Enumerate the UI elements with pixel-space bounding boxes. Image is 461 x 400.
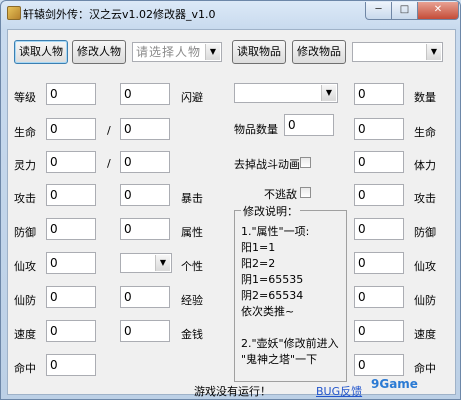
remove-battle-anim-label: 去掉战斗动画: [234, 158, 300, 171]
note-line: 依次类推~: [241, 305, 295, 318]
right-label-magic-defense: 仙防: [414, 294, 436, 307]
item-magic-attack-input[interactable]: 0: [354, 252, 404, 274]
right-label-accuracy: 命中: [414, 362, 436, 375]
game-status-text: 游戏没有运行！: [194, 385, 271, 398]
watermark-logo: 9Game: [371, 377, 418, 391]
maximize-button[interactable]: □: [391, 2, 418, 20]
chevron-down-icon[interactable]: ▼: [426, 44, 441, 60]
stat-label-personality: 个性: [181, 260, 203, 273]
stat-label-experience: 经验: [181, 294, 203, 307]
attribute-input[interactable]: 0: [120, 218, 170, 240]
modify-item-button[interactable]: 修改物品: [292, 40, 346, 64]
app-window: 轩辕剑外传：汉之云v1.02修改器_v1.0 ─ □ ✕ 读取人物 修改人物 请…: [0, 0, 461, 400]
instructions-group: 修改说明： 1."属性"一项: 阳1=1 阳2=2 阴1=65535 阴2=65…: [234, 203, 347, 382]
stat-label-speed: 速度: [14, 328, 36, 341]
close-button[interactable]: ✕: [417, 2, 459, 20]
note-line: 阴1=65535: [241, 273, 304, 286]
no-escape-checkbox[interactable]: [300, 187, 311, 198]
attack-input[interactable]: 0: [46, 184, 96, 206]
speed-input[interactable]: 0: [46, 320, 96, 342]
note-line: 阳1=1: [241, 241, 276, 254]
right-label-speed: 速度: [414, 328, 436, 341]
stat-label-attack: 攻击: [14, 192, 36, 205]
max-hp-input[interactable]: 0: [120, 118, 170, 140]
modify-character-button[interactable]: 修改人物: [72, 40, 126, 64]
item-quantity-label: 物品数量: [234, 123, 278, 136]
hp-separator: /: [107, 124, 111, 137]
dodge-input[interactable]: 0: [120, 83, 170, 105]
stat-label-magic-defense: 仙防: [14, 294, 36, 307]
note-line: 阳2=2: [241, 257, 276, 270]
client-area: 读取人物 修改人物 请选择人物 ▼ 读取物品 修改物品 ▼ 等级 0 0 闪避 …: [7, 29, 456, 398]
stat-label-accuracy: 命中: [14, 362, 36, 375]
accuracy-input[interactable]: 0: [46, 354, 96, 376]
critical-input[interactable]: 0: [120, 184, 170, 206]
personality-select[interactable]: ▼: [120, 253, 172, 273]
title-bar[interactable]: 轩辕剑外传：汉之云v1.02修改器_v1.0 ─ □ ✕: [1, 1, 460, 25]
mp-input[interactable]: 0: [46, 151, 96, 173]
window-title: 轩辕剑外传：汉之云v1.02修改器_v1.0: [23, 8, 216, 21]
level-input[interactable]: 0: [46, 83, 96, 105]
read-item-button[interactable]: 读取物品: [232, 40, 286, 64]
minimize-button[interactable]: ─: [365, 2, 392, 20]
hp-input[interactable]: 0: [46, 118, 96, 140]
stat-label-hp: 生命: [14, 126, 36, 139]
item-speed-input[interactable]: 0: [354, 320, 404, 342]
stat-label-magic-attack: 仙攻: [14, 260, 36, 273]
bug-feedback-link[interactable]: BUG反馈: [316, 383, 362, 399]
item-type-select[interactable]: ▼: [352, 42, 443, 62]
note-line: "鬼神之塔"一下: [241, 353, 318, 366]
money-input[interactable]: 0: [120, 320, 170, 342]
mp-separator: /: [107, 157, 111, 170]
item-accuracy-input[interactable]: 0: [354, 354, 404, 376]
character-select[interactable]: 请选择人物 ▼: [132, 42, 222, 62]
magic-defense-input[interactable]: 0: [46, 286, 96, 308]
app-icon: [7, 6, 21, 20]
character-select-placeholder: 请选择人物: [136, 45, 202, 59]
note-line: 1."属性"一项:: [241, 225, 310, 238]
right-label-hp: 生命: [414, 126, 436, 139]
experience-input[interactable]: 0: [120, 286, 170, 308]
note-line: 2."壶妖"修改前进入: [241, 337, 339, 350]
item-select[interactable]: ▼: [234, 83, 338, 103]
note-line: 阴2=65534: [241, 289, 304, 302]
stat-label-critical: 暴击: [181, 192, 203, 205]
right-label-count: 数量: [414, 91, 436, 104]
right-label-attack: 攻击: [414, 192, 436, 205]
right-label-magic-attack: 仙攻: [414, 260, 436, 273]
instructions-title: 修改说明：: [241, 203, 300, 219]
item-stamina-input[interactable]: 0: [354, 151, 404, 173]
stat-label-dodge: 闪避: [181, 91, 203, 104]
item-attack-input[interactable]: 0: [354, 184, 404, 206]
chevron-down-icon[interactable]: ▼: [321, 85, 336, 101]
item-hp-input[interactable]: 0: [354, 118, 404, 140]
remove-battle-anim-checkbox[interactable]: [300, 157, 311, 168]
stat-label-level: 等级: [14, 91, 36, 104]
chevron-down-icon[interactable]: ▼: [205, 44, 220, 60]
no-escape-label: 不逃敌: [264, 188, 297, 201]
item-quantity-input[interactable]: 0: [284, 114, 334, 136]
defense-input[interactable]: 0: [46, 218, 96, 240]
read-character-button[interactable]: 读取人物: [14, 40, 68, 64]
stat-label-money: 金钱: [181, 328, 203, 341]
magic-attack-input[interactable]: 0: [46, 252, 96, 274]
max-mp-input[interactable]: 0: [120, 151, 170, 173]
stat-label-attribute: 属性: [181, 226, 203, 239]
right-label-defense: 防御: [414, 226, 436, 239]
stat-label-defense: 防御: [14, 226, 36, 239]
item-magic-defense-input[interactable]: 0: [354, 286, 404, 308]
chevron-down-icon[interactable]: ▼: [155, 255, 170, 271]
right-label-stamina: 体力: [414, 159, 436, 172]
item-count-input[interactable]: 0: [354, 83, 404, 105]
stat-label-mp: 灵力: [14, 159, 36, 172]
item-defense-input[interactable]: 0: [354, 218, 404, 240]
